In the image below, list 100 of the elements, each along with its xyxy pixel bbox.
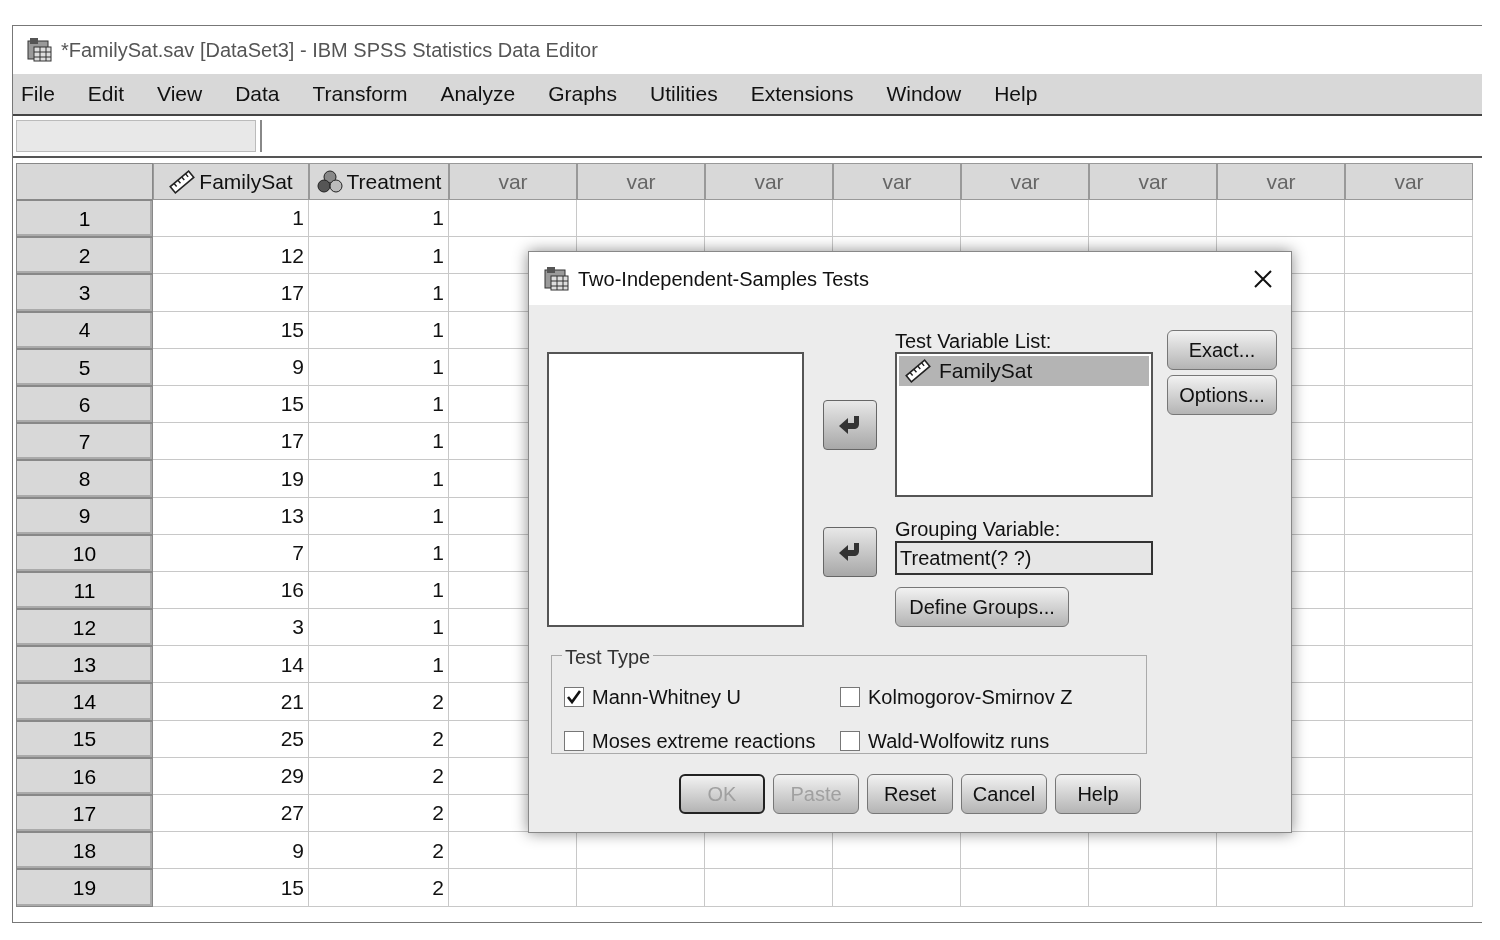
checkmark-icon: [566, 689, 582, 705]
window-title: *FamilySat.sav [DataSet3] - IBM SPSS Statistics Data Editor: [61, 38, 598, 63]
grid-cell: 15: [153, 869, 309, 907]
row-header[interactable]: 10: [16, 534, 153, 572]
column-header[interactable]: FamilySat: [153, 163, 309, 200]
column-header[interactable]: var: [1217, 163, 1345, 200]
grid-cell: 1: [309, 311, 449, 349]
grid-cell: 16: [153, 571, 309, 610]
column-header[interactable]: var: [1089, 163, 1217, 200]
grid-cell: 1: [309, 609, 449, 647]
menu-item[interactable]: Edit: [87, 78, 125, 110]
grid-cell: 1: [309, 237, 449, 275]
row-header[interactable]: 14: [16, 683, 153, 721]
grid-cell: 1: [309, 646, 449, 684]
row-header[interactable]: 16: [16, 757, 153, 795]
row-header[interactable]: 6: [16, 385, 153, 424]
app-icon: [25, 37, 53, 63]
row-header[interactable]: 19: [16, 869, 153, 907]
menu-item[interactable]: Analyze: [440, 78, 516, 110]
row-header[interactable]: 18: [16, 832, 153, 870]
row-header[interactable]: 5: [16, 348, 153, 386]
dialog-title: Two-Independent-Samples Tests: [578, 266, 870, 292]
grid-cell: 1: [309, 423, 449, 461]
row-header[interactable]: 12: [16, 609, 153, 647]
grid-cell: 2: [309, 795, 449, 833]
grid-cell: 19: [153, 460, 309, 498]
column-header[interactable]: var: [449, 163, 577, 200]
grid-cell: 1: [309, 497, 449, 535]
source-variable-list[interactable]: [547, 352, 804, 627]
grid-cell: 1: [153, 200, 309, 238]
row-header[interactable]: 11: [16, 571, 153, 610]
dialog-button[interactable]: Help: [1055, 774, 1141, 814]
grouping-variable-field[interactable]: Treatment(? ?): [895, 541, 1153, 575]
row-header[interactable]: 13: [16, 646, 153, 684]
column-header[interactable]: var: [577, 163, 705, 200]
grid-cell: 2: [309, 832, 449, 870]
grid-cell: 15: [153, 311, 309, 349]
grid-cell: 1: [309, 460, 449, 498]
row-header[interactable]: 15: [16, 720, 153, 758]
checkbox-label[interactable]: Mann-Whitney U: [592, 682, 741, 712]
checkbox[interactable]: [564, 687, 584, 707]
grid-cell: 14: [153, 646, 309, 684]
grid-cell: 1: [309, 274, 449, 312]
row-header[interactable]: 4: [16, 311, 153, 349]
grid-cell: 17: [153, 423, 309, 461]
grid-cell: 27: [153, 795, 309, 833]
menu-item[interactable]: File: [21, 78, 55, 110]
grid-cell: 2: [309, 757, 449, 795]
list-item[interactable]: FamilySat: [899, 356, 1149, 386]
grid-cell: 15: [153, 385, 309, 424]
row-header[interactable]: 17: [16, 795, 153, 833]
grid-cell: 1: [309, 348, 449, 386]
define-groups-button[interactable]: Define Groups...: [895, 587, 1069, 627]
cell-reference-field[interactable]: [16, 120, 256, 152]
column-header[interactable]: var: [833, 163, 961, 200]
row-header[interactable]: 7: [16, 423, 153, 461]
move-arrow-button[interactable]: [822, 527, 877, 577]
row-header[interactable]: 9: [16, 497, 153, 535]
list-label: Test Variable List:: [895, 330, 1053, 352]
test-variable-list[interactable]: FamilySat: [895, 352, 1153, 497]
dialog-button[interactable]: Reset: [867, 774, 953, 814]
column-header[interactable]: var: [1345, 163, 1473, 200]
close-icon: [1253, 268, 1273, 289]
checkbox[interactable]: [840, 687, 860, 707]
grid-cell: 25: [153, 720, 309, 758]
row-header[interactable]: 2: [16, 237, 153, 275]
grid-cell: 1: [309, 571, 449, 610]
menu-item[interactable]: Window: [886, 78, 962, 110]
menu-item[interactable]: Help: [994, 78, 1038, 110]
grid-cell: 7: [153, 534, 309, 572]
checkbox-label[interactable]: Wald-Wolfowitz runs: [868, 726, 1050, 756]
move-arrow-button[interactable]: [822, 400, 877, 450]
grid-cell: 29: [153, 757, 309, 795]
grid-cell: 2: [309, 720, 449, 758]
grid-cell: 12: [153, 237, 309, 275]
menu-item[interactable]: Graphs: [548, 78, 618, 110]
column-header[interactable]: Treatment: [309, 163, 449, 200]
checkbox-label[interactable]: Moses extreme reactions: [592, 726, 816, 756]
menu-item[interactable]: View: [157, 78, 203, 110]
column-header[interactable]: var: [961, 163, 1089, 200]
dialog-side-button[interactable]: Options...: [1167, 375, 1277, 415]
row-header[interactable]: 3: [16, 274, 153, 312]
row-header[interactable]: 1: [16, 200, 153, 238]
dialog-side-button[interactable]: Exact...: [1167, 330, 1277, 370]
menu-item[interactable]: Data: [235, 78, 280, 110]
menu-item[interactable]: Transform: [312, 78, 408, 110]
checkbox-label[interactable]: Kolmogorov-Smirnov Z: [868, 682, 1073, 712]
circles-icon: [316, 169, 343, 194]
checkbox[interactable]: [840, 731, 860, 751]
dialog-button[interactable]: Cancel: [961, 774, 1047, 814]
grid-cell: 21: [153, 683, 309, 721]
grid-cell: 13: [153, 497, 309, 535]
menu-item[interactable]: Extensions: [750, 78, 854, 110]
column-header[interactable]: var: [705, 163, 833, 200]
grid-cell: 2: [309, 683, 449, 721]
row-header[interactable]: 8: [16, 460, 153, 498]
checkbox[interactable]: [564, 731, 584, 751]
menu-item[interactable]: Utilities: [650, 78, 718, 110]
grid-cell: 9: [153, 348, 309, 386]
grid-cell: 1: [309, 534, 449, 572]
